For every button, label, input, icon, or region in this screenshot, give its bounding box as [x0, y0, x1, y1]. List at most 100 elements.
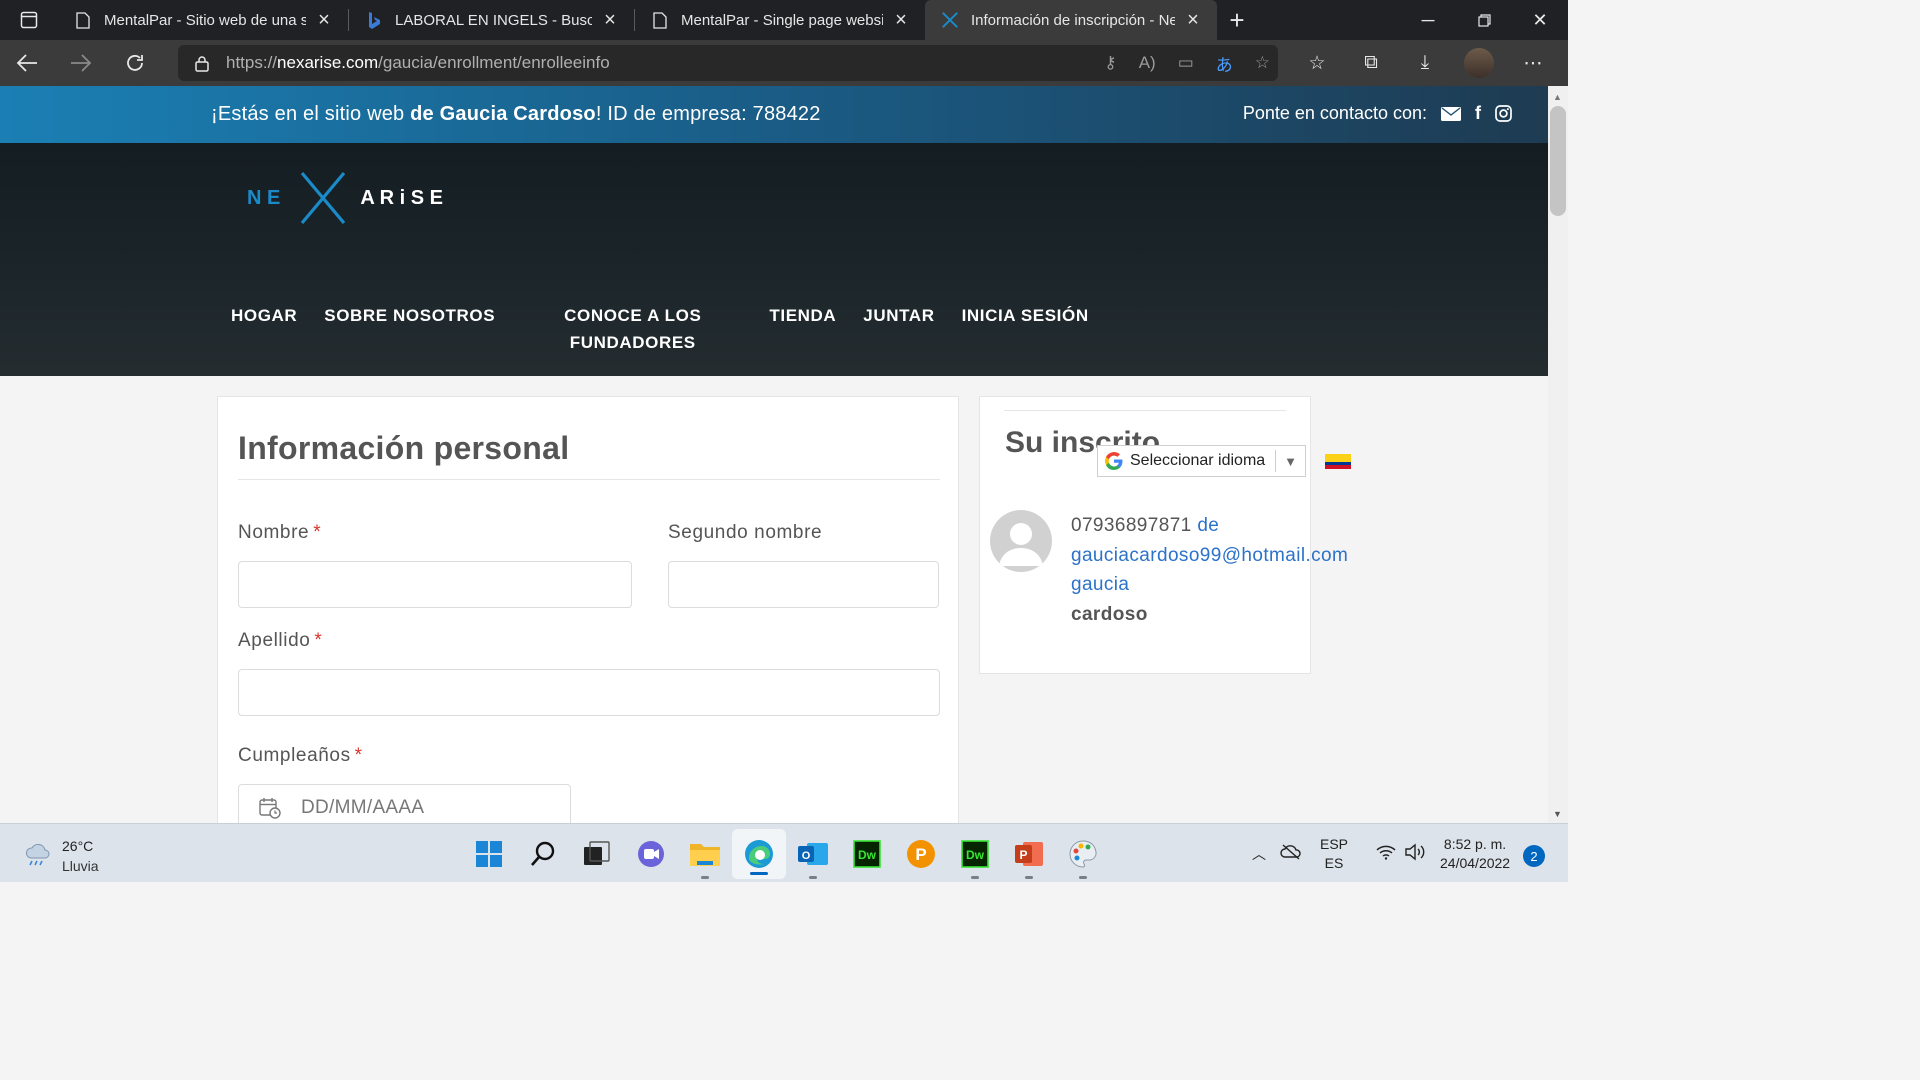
clock-time: 8:52 p. m.	[1443, 835, 1507, 852]
close-tab-icon[interactable]: ×	[891, 9, 911, 31]
language-select[interactable]: Seleccionar idioma ▼	[1097, 445, 1306, 477]
nav-login[interactable]: INICIA SESIÓN	[962, 302, 1089, 329]
lock-icon[interactable]	[178, 55, 226, 72]
back-arrow-icon	[16, 54, 37, 72]
chat-icon	[638, 840, 664, 867]
close-tab-icon[interactable]: ×	[600, 9, 620, 31]
last-name-input[interactable]	[238, 669, 940, 716]
volume-icon[interactable]	[1404, 843, 1426, 864]
url-bar[interactable]: https://nexarise.com/gaucia/enrollment/e…	[178, 45, 1278, 81]
logo-x-mark	[301, 171, 346, 225]
calendar-icon[interactable]	[239, 797, 301, 819]
required-mark: *	[313, 522, 322, 543]
forward-button[interactable]	[54, 40, 108, 86]
close-tab-icon[interactable]: ×	[1183, 9, 1203, 31]
personal-info-card: Información personal Nombre * Segundo nom…	[217, 396, 959, 823]
form-divider	[238, 479, 940, 480]
chevron-up-icon[interactable]: ︿	[1252, 844, 1266, 864]
tab-laboral-search[interactable]: LABORAL EN INGELS - Buscar ×	[349, 0, 634, 40]
nav-join[interactable]: JUNTAR	[863, 302, 934, 329]
email-icon[interactable]	[1441, 106, 1461, 121]
scrollbar-thumb[interactable]	[1550, 106, 1566, 216]
taskbar-search[interactable]	[516, 824, 570, 883]
rain-cloud-icon	[25, 843, 50, 866]
onedrive-offline-icon[interactable]	[1280, 844, 1302, 863]
nav-founders[interactable]: CONOCE A LOS FUNDADORES	[564, 302, 701, 356]
tab-mentalpar-en[interactable]: MentalPar - Single page website ×	[635, 0, 925, 40]
new-tab-button[interactable]: +	[1217, 0, 1257, 40]
chevron-down-icon: ▼	[1275, 450, 1305, 472]
nexarise-logo[interactable]: N E A R i S E	[247, 171, 443, 225]
taskbar-task-view[interactable]	[570, 824, 624, 883]
window-controls: ─ ✕	[1400, 0, 1568, 40]
taskbar-edge[interactable]	[732, 828, 786, 879]
taskbar-dreamweaver-1[interactable]: Dw	[840, 824, 894, 883]
keyboard-layout: ES	[1324, 854, 1344, 871]
scroll-down-icon[interactable]: ▼	[1553, 809, 1562, 819]
input-language[interactable]: ESP ES	[1320, 835, 1348, 873]
profile-avatar[interactable]	[1464, 48, 1494, 78]
tab-actions-button[interactable]	[0, 0, 58, 40]
web-page: ¡Estás en el sitio web de Gaucia Cardoso…	[0, 86, 1548, 823]
powerpoint-icon: P	[1015, 841, 1043, 866]
weather-condition: Lluvia	[62, 858, 99, 874]
key-icon[interactable]: ⚷	[1104, 53, 1116, 73]
favorites-icon[interactable]: ☆	[1290, 40, 1344, 86]
taskbar-teams-chat[interactable]	[624, 824, 678, 883]
immersive-reader-icon[interactable]: ▭	[1178, 53, 1194, 73]
close-window-icon[interactable]: ✕	[1512, 0, 1568, 40]
first-name-input[interactable]	[238, 561, 632, 608]
tab-mentalpar-es[interactable]: MentalPar - Sitio web de una sol ×	[58, 0, 348, 40]
contact-label: Ponte en contacto con:	[1242, 103, 1427, 123]
birthday-input[interactable]: DD/MM/AAAA	[238, 784, 571, 823]
address-toolbar: https://nexarise.com/gaucia/enrollment/e…	[0, 40, 1568, 86]
read-aloud-icon[interactable]: A)	[1139, 53, 1156, 73]
required-mark: *	[354, 745, 363, 766]
google-icon	[1098, 451, 1130, 471]
clock[interactable]: 8:52 p. m. 24/04/2022	[1440, 835, 1510, 873]
tab-title: MentalPar - Sitio web de una sol	[104, 11, 306, 29]
taskbar-paint[interactable]	[1056, 824, 1110, 883]
back-button[interactable]	[0, 40, 54, 86]
nav-store[interactable]: TIENDA	[769, 302, 836, 329]
running-indicator	[809, 876, 817, 879]
site-info-bar: ¡Estás en el sitio web de Gaucia Cardoso…	[0, 86, 1548, 143]
taskbar-app-orange[interactable]: P	[894, 824, 948, 883]
language-code: ESP	[1320, 835, 1349, 852]
more-menu-icon[interactable]: ⋯	[1506, 40, 1560, 86]
collections-icon[interactable]: ⧉	[1344, 40, 1398, 86]
notification-badge[interactable]: 2	[1523, 845, 1545, 867]
instagram-icon[interactable]	[1495, 105, 1512, 122]
enrollee-email[interactable]: gauciacardoso99@hotmail.com	[1071, 541, 1348, 571]
close-tab-icon[interactable]: ×	[314, 9, 334, 31]
page-scrollbar[interactable]: ▲ ▼	[1548, 86, 1568, 823]
scroll-up-icon[interactable]: ▲	[1553, 92, 1562, 102]
clock-date: 24/04/2022	[1440, 854, 1511, 871]
nav-about[interactable]: SOBRE NOSOTROS	[324, 302, 495, 329]
bing-icon	[365, 11, 383, 29]
translate-icon[interactable]: あ	[1216, 51, 1233, 76]
restore-icon[interactable]	[1456, 0, 1512, 40]
facebook-icon[interactable]: f	[1475, 103, 1481, 124]
minimize-icon[interactable]: ─	[1400, 0, 1456, 40]
taskbar-outlook[interactable]: O	[786, 824, 840, 883]
taskbar-file-explorer[interactable]	[678, 824, 732, 883]
nav-home[interactable]: HOGAR	[231, 302, 297, 329]
site-header: N E A R i S E HOGAR SOBRE NOSOTROS CONOC…	[0, 143, 1548, 376]
colombia-flag-icon[interactable]	[1325, 454, 1351, 469]
refresh-button[interactable]	[108, 40, 162, 86]
taskbar-dreamweaver-2[interactable]: Dw	[948, 824, 1002, 883]
edge-browser-icon	[745, 839, 773, 868]
wifi-icon[interactable]	[1376, 844, 1396, 863]
taskbar-powerpoint[interactable]: P	[1002, 824, 1056, 883]
start-button[interactable]	[462, 824, 516, 883]
enrollee-de: de	[1197, 515, 1220, 536]
middle-name-label: Segundo nombre	[668, 522, 823, 543]
add-favorite-icon[interactable]: ☆	[1255, 53, 1270, 73]
system-tray: ︿ ESP ES 8:52 p. m. 24/04/2022	[1252, 824, 1510, 883]
middle-name-input[interactable]	[668, 561, 939, 608]
enrollee-first-name: gaucia	[1071, 574, 1130, 595]
tab-enrollment-info[interactable]: Información de inscripción - NeX ×	[925, 0, 1217, 40]
downloads-icon[interactable]: ⤓	[1398, 40, 1452, 86]
weather-widget[interactable]: 26°C Lluvia	[24, 836, 99, 876]
